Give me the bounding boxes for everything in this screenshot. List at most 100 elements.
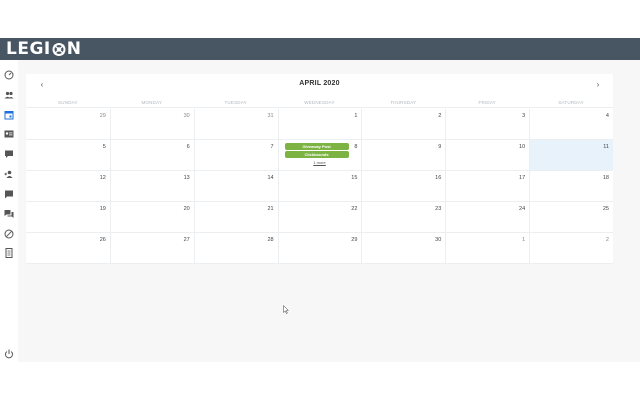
calendar-day[interactable]: 24 xyxy=(445,202,529,232)
calendar-week: 12 13 14 15 16 17 18 xyxy=(26,171,613,202)
weekday-label: THURSDAY xyxy=(390,100,417,105)
calendar-day[interactable]: 9 xyxy=(361,140,445,170)
calendar-day[interactable]: 2 xyxy=(529,233,613,263)
day-number: 18 xyxy=(602,175,609,181)
calendar-week: 5 6 7 8 Giveaway Post Clickbounds 1 more… xyxy=(26,140,613,171)
day-number: 29 xyxy=(99,113,106,119)
calendar-day[interactable]: 14 xyxy=(193,171,278,201)
blocked-icon[interactable] xyxy=(4,229,14,239)
comment-icon[interactable] xyxy=(4,149,14,159)
calendar-day[interactable]: 28 xyxy=(193,233,278,263)
day-number: 1 xyxy=(354,113,358,119)
calendar-day[interactable]: 4 xyxy=(529,109,613,139)
day-number: 15 xyxy=(351,175,358,181)
calendar-grid: 29 30 31 1 2 3 4 5 6 7 8 Giveaway Post C… xyxy=(26,109,613,264)
day-number: 30 xyxy=(435,237,442,243)
day-number: 7 xyxy=(270,144,274,150)
dashboard-icon[interactable] xyxy=(4,70,14,80)
more-events-link[interactable]: 1 more xyxy=(279,160,361,165)
power-icon[interactable] xyxy=(4,349,14,359)
calendar-day-with-events[interactable]: 8 Giveaway Post Clickbounds 1 more xyxy=(277,140,362,170)
calendar-day[interactable]: 6 xyxy=(109,140,194,170)
calendar-day[interactable]: 30 xyxy=(361,233,445,263)
day-number: 27 xyxy=(183,237,190,243)
calendar-day[interactable]: 19 xyxy=(26,202,110,232)
calendar-event[interactable]: Clickbounds xyxy=(284,151,349,158)
document-icon[interactable] xyxy=(4,248,14,258)
message-icon[interactable] xyxy=(4,189,14,199)
calendar-day[interactable]: 15 xyxy=(277,171,362,201)
user-add-icon[interactable] xyxy=(4,169,14,179)
calendar-day[interactable]: 2 xyxy=(361,109,445,139)
calendar-header: ‹ APRIL 2020 › xyxy=(26,74,613,96)
users-icon[interactable] xyxy=(4,90,14,100)
day-number: 5 xyxy=(102,144,106,150)
day-number: 9 xyxy=(438,144,442,150)
calendar-icon[interactable] xyxy=(4,110,14,120)
calendar-day[interactable]: 16 xyxy=(361,171,445,201)
day-number: 26 xyxy=(99,237,106,243)
id-card-icon[interactable] xyxy=(4,129,14,139)
day-number: 31 xyxy=(267,113,274,119)
calendar-day[interactable]: 23 xyxy=(361,202,445,232)
calendar-event[interactable]: Giveaway Post xyxy=(284,143,349,150)
calendar: ‹ APRIL 2020 › SUNDAY MONDAY TUESDAY WED… xyxy=(26,74,613,264)
day-number: 12 xyxy=(99,175,106,181)
calendar-day[interactable]: 30 xyxy=(109,109,194,139)
calendar-week: 26 27 28 29 30 1 2 xyxy=(26,233,613,264)
day-number: 28 xyxy=(267,237,274,243)
calendar-day[interactable]: 1 xyxy=(445,233,529,263)
calendar-day[interactable]: 17 xyxy=(445,171,529,201)
calendar-day[interactable]: 26 xyxy=(26,233,110,263)
main-content: ‹ APRIL 2020 › SUNDAY MONDAY TUESDAY WED… xyxy=(18,60,640,362)
day-number: 10 xyxy=(519,144,526,150)
calendar-day[interactable]: 12 xyxy=(26,171,110,201)
day-number: 2 xyxy=(605,237,609,243)
app-logo[interactable]: LEGI N xyxy=(6,40,81,58)
calendar-day[interactable]: 18 xyxy=(529,171,613,201)
weekday-label: SUNDAY xyxy=(58,100,78,105)
calendar-day[interactable]: 21 xyxy=(193,202,278,232)
logo-shield-icon xyxy=(52,42,66,56)
day-number: 11 xyxy=(603,144,609,150)
calendar-day[interactable]: 25 xyxy=(529,202,613,232)
calendar-day[interactable]: 20 xyxy=(109,202,194,232)
day-number: 25 xyxy=(602,206,609,212)
day-number: 22 xyxy=(351,206,358,212)
day-number: 2 xyxy=(438,113,442,119)
calendar-day[interactable]: 31 xyxy=(193,109,278,139)
logo-text-left: LEGI xyxy=(6,39,51,59)
chat-icon[interactable] xyxy=(4,209,14,219)
day-number: 21 xyxy=(267,206,274,212)
day-number: 23 xyxy=(435,206,442,212)
calendar-day[interactable]: 29 xyxy=(277,233,362,263)
calendar-day[interactable]: 1 xyxy=(277,109,362,139)
calendar-day[interactable]: 10 xyxy=(445,140,529,170)
calendar-title: APRIL 2020 xyxy=(299,80,340,87)
weekday-header: SUNDAY MONDAY TUESDAY WEDNESDAY THURSDAY… xyxy=(26,98,613,108)
day-number: 4 xyxy=(605,113,609,119)
calendar-day[interactable]: 27 xyxy=(109,233,194,263)
day-number: 24 xyxy=(519,206,526,212)
sidebar xyxy=(0,60,18,362)
calendar-day[interactable]: 5 xyxy=(26,140,110,170)
day-number: 1 xyxy=(522,237,526,243)
weekday-label: WEDNESDAY xyxy=(304,100,335,105)
day-number: 13 xyxy=(183,175,190,181)
calendar-day-today[interactable]: 11 xyxy=(529,140,613,170)
calendar-day[interactable]: 3 xyxy=(445,109,529,139)
weekday-label: FRIDAY xyxy=(478,100,496,105)
calendar-day[interactable]: 13 xyxy=(109,171,194,201)
calendar-day[interactable]: 7 xyxy=(193,140,278,170)
day-number: 29 xyxy=(351,237,358,243)
next-month-button[interactable]: › xyxy=(592,79,604,91)
calendar-week: 19 20 21 22 23 24 25 xyxy=(26,202,613,233)
calendar-day[interactable]: 29 xyxy=(26,109,110,139)
day-number: 14 xyxy=(267,175,274,181)
calendar-day[interactable]: 22 xyxy=(277,202,362,232)
day-number: 8 xyxy=(354,144,358,150)
day-number: 19 xyxy=(99,206,106,212)
day-number: 30 xyxy=(183,113,190,119)
logo-text-right: N xyxy=(66,39,82,59)
day-number: 20 xyxy=(183,206,190,212)
